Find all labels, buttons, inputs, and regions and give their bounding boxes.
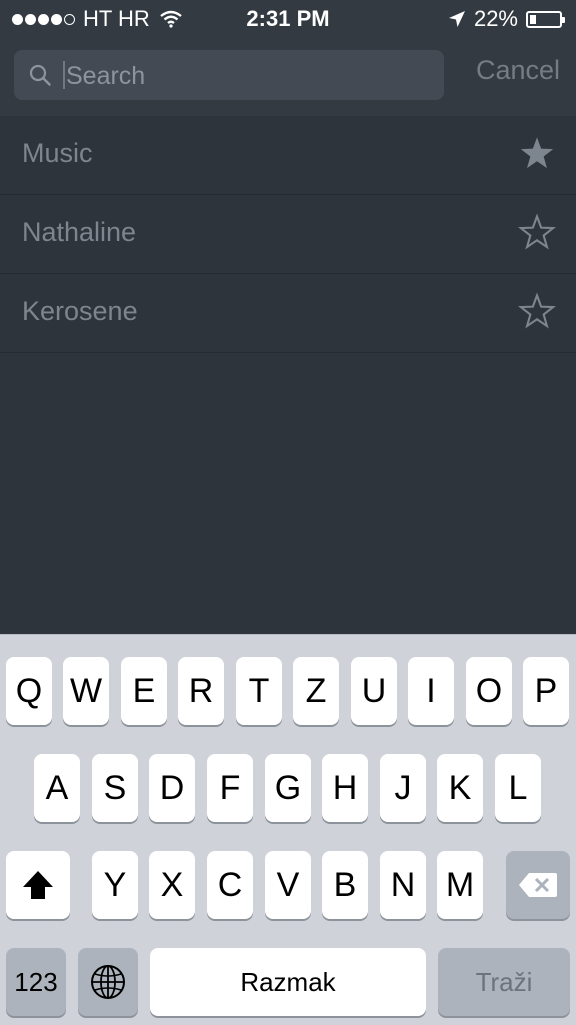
key-r[interactable]: R	[178, 657, 224, 725]
search-bar: Search Cancel	[0, 40, 576, 116]
results-list: Music Nathaline Kerosene	[0, 116, 576, 353]
key-g[interactable]: G	[265, 754, 311, 822]
search-placeholder: Search	[66, 62, 146, 90]
key-u[interactable]: U	[351, 657, 397, 725]
list-item[interactable]: Kerosene	[0, 274, 576, 353]
key-o[interactable]: O	[466, 657, 512, 725]
status-right: 22%	[448, 6, 565, 32]
list-item-label: Nathaline	[22, 217, 137, 247]
key-j[interactable]: J	[380, 754, 426, 822]
key-q[interactable]: Q	[6, 657, 52, 725]
shift-key[interactable]	[6, 851, 70, 919]
key-a[interactable]: A	[34, 754, 80, 822]
list-item[interactable]: Nathaline	[0, 195, 576, 274]
star-outline-icon[interactable]	[518, 293, 556, 331]
battery-percent: 22%	[473, 6, 518, 31]
list-item[interactable]: Music	[0, 116, 576, 195]
shift-icon	[23, 871, 53, 899]
key-n[interactable]: N	[380, 851, 426, 919]
star-outline-icon[interactable]	[518, 214, 556, 252]
globe-key[interactable]	[78, 948, 138, 1016]
battery-icon	[526, 10, 565, 28]
numbers-key[interactable]: 123	[6, 948, 66, 1016]
key-z[interactable]: Z	[293, 657, 339, 725]
list-item-label: Music	[22, 138, 93, 168]
keyboard: Q W E R T Z U I O P A S D F G H J K L Y …	[0, 634, 576, 1025]
key-x[interactable]: X	[149, 851, 195, 919]
space-key[interactable]: Razmak	[150, 948, 426, 1016]
delete-key[interactable]	[506, 851, 570, 919]
key-m[interactable]: M	[437, 851, 483, 919]
star-filled-icon[interactable]	[518, 135, 556, 173]
key-l[interactable]: L	[495, 754, 541, 822]
globe-icon	[91, 965, 125, 999]
key-w[interactable]: W	[63, 657, 109, 725]
delete-icon	[519, 873, 557, 897]
key-i[interactable]: I	[408, 657, 454, 725]
key-f[interactable]: F	[207, 754, 253, 822]
battery-fill	[530, 14, 536, 24]
key-t[interactable]: T	[236, 657, 282, 725]
text-caret	[63, 61, 65, 89]
key-h[interactable]: H	[322, 754, 368, 822]
key-v[interactable]: V	[265, 851, 311, 919]
key-d[interactable]: D	[149, 754, 195, 822]
status-bar: HT HR 2:31 PM 22%	[0, 0, 576, 40]
key-k[interactable]: K	[437, 754, 483, 822]
search-input[interactable]: Search	[14, 50, 444, 100]
location-icon	[448, 11, 465, 27]
key-s[interactable]: S	[92, 754, 138, 822]
key-e[interactable]: E	[121, 657, 167, 725]
search-return-key[interactable]: Traži	[438, 948, 570, 1016]
list-item-label: Kerosene	[22, 296, 138, 326]
key-p[interactable]: P	[523, 657, 569, 725]
search-icon	[29, 64, 51, 86]
key-y[interactable]: Y	[92, 851, 138, 919]
key-c[interactable]: C	[207, 851, 253, 919]
key-b[interactable]: B	[322, 851, 368, 919]
cancel-button[interactable]: Cancel	[476, 55, 560, 86]
